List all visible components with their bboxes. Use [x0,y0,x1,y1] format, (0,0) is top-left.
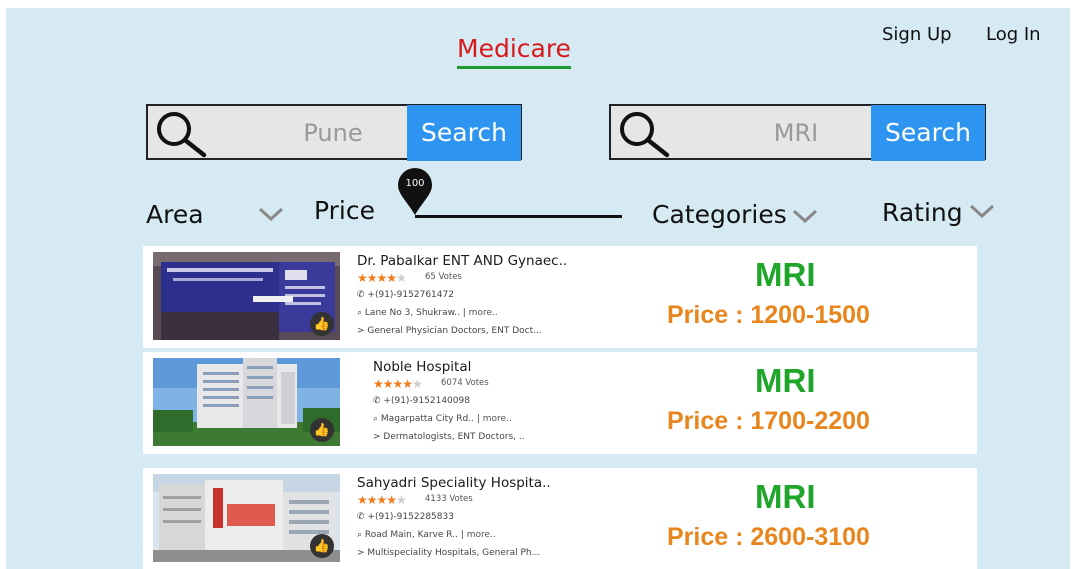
service-tag: MRI [755,362,816,399]
specialties-text: General Physician Doctors, ENT Doct... [367,326,542,336]
pin-icon: ⌕ [373,414,379,424]
phone-text: +(91)-9152140098 [383,396,470,406]
specialties-text: Multispeciality Hospitals, General Ph... [367,548,541,558]
like-icon[interactable]: 👍 [310,418,334,442]
hospital-photo: 👍 [153,474,340,562]
categories-filter-label[interactable]: Categories [652,200,787,229]
chevron-right-icon: > [357,326,365,336]
address-text: Lane No 3, Shukraw.. [364,308,460,318]
phone-icon: ✆ [357,512,365,522]
price-filter-label: Price [314,196,375,225]
clinic-photo: 👍 [153,252,340,340]
price-slider-track[interactable] [415,215,622,218]
search-icon [157,112,207,158]
like-icon[interactable]: 👍 [310,534,334,558]
more-link[interactable]: more.. [483,414,512,424]
search-icon [620,112,670,158]
more-link[interactable]: more.. [467,530,496,540]
rating-stars-icon: ★★★★★ [373,377,423,391]
rating-stars-icon: ★★★★★ [357,493,407,507]
result-card[interactable]: 👍 Sahyadri Speciality Hospita.. ★★★★★ 41… [143,468,977,569]
phone-text: +(91)-9152285833 [367,512,454,522]
address: ⌕ Lane No 3, Shukraw.. | more.. [357,308,498,318]
chevron-down-icon[interactable] [969,204,995,218]
price-range: Price : 1700-2200 [667,407,870,435]
price-range: Price : 1200-1500 [667,301,870,329]
chevron-down-icon[interactable] [792,209,818,223]
service-tag: MRI [755,478,816,515]
category-search-button[interactable]: Search [871,105,985,161]
specialties: > Dermatologists, ENT Doctors, .. [373,432,525,442]
area-filter-label[interactable]: Area [146,200,204,229]
result-card[interactable]: 👍 Noble Hospital ★★★★★ 6074 Votes ✆ +(91… [143,352,977,454]
more-link[interactable]: more.. [469,308,498,318]
result-card[interactable]: 👍 Dr. Pabalkar ENT AND Gynaec.. ★★★★★ 65… [143,246,977,348]
chevron-right-icon: > [373,432,381,442]
like-icon[interactable]: 👍 [310,312,334,336]
votes-count: 4133 Votes [425,494,473,504]
chevron-down-icon[interactable] [258,207,284,221]
hospital-name[interactable]: Sahyadri Speciality Hospita.. [357,475,551,491]
phone-number: ✆ +(91)-9152140098 [373,396,470,406]
category-search-box: Search [609,104,986,161]
price-slider-value: 100 [405,178,425,189]
service-tag: MRI [755,256,816,293]
clinic-name[interactable]: Dr. Pabalkar ENT AND Gynaec.. [357,253,567,269]
log-in-link[interactable]: Log In [986,24,1041,45]
phone-icon: ✆ [357,290,365,300]
phone-text: +(91)-9152761472 [367,290,454,300]
address-text: Magarpatta City Rd.. [380,414,474,424]
phone-number: ✆ +(91)-9152285833 [357,512,454,522]
location-search-button[interactable]: Search [407,105,521,161]
price-slider-handle[interactable] [396,166,434,216]
pin-icon: ⌕ [357,308,363,318]
address: ⌕ Road Main, Karve R.. | more.. [357,530,496,540]
phone-icon: ✆ [373,396,381,406]
address-text: Road Main, Karve R.. [364,530,458,540]
sign-up-link[interactable]: Sign Up [882,24,952,45]
page: Medicare Sign Up Log In Search Search Ar… [6,8,1070,569]
specialties: > General Physician Doctors, ENT Doct... [357,326,542,336]
price-range: Price : 2600-3100 [667,523,870,551]
location-search-box: Search [146,104,522,161]
rating-stars-icon: ★★★★★ [357,271,407,285]
phone-number: ✆ +(91)-9152761472 [357,290,454,300]
address: ⌕ Magarpatta City Rd.. | more.. [373,414,512,424]
rating-filter-label[interactable]: Rating [882,198,963,227]
hospital-photo: 👍 [153,358,340,446]
hospital-name[interactable]: Noble Hospital [373,359,471,375]
specialties: > Multispeciality Hospitals, General Ph.… [357,548,540,558]
pin-icon: ⌕ [357,530,363,540]
specialties-text: Dermatologists, ENT Doctors, .. [383,432,525,442]
brand-logo[interactable]: Medicare [457,34,571,63]
votes-count: 6074 Votes [441,378,489,388]
brand-underline [457,66,571,69]
votes-count: 65 Votes [425,272,462,282]
chevron-right-icon: > [357,548,365,558]
